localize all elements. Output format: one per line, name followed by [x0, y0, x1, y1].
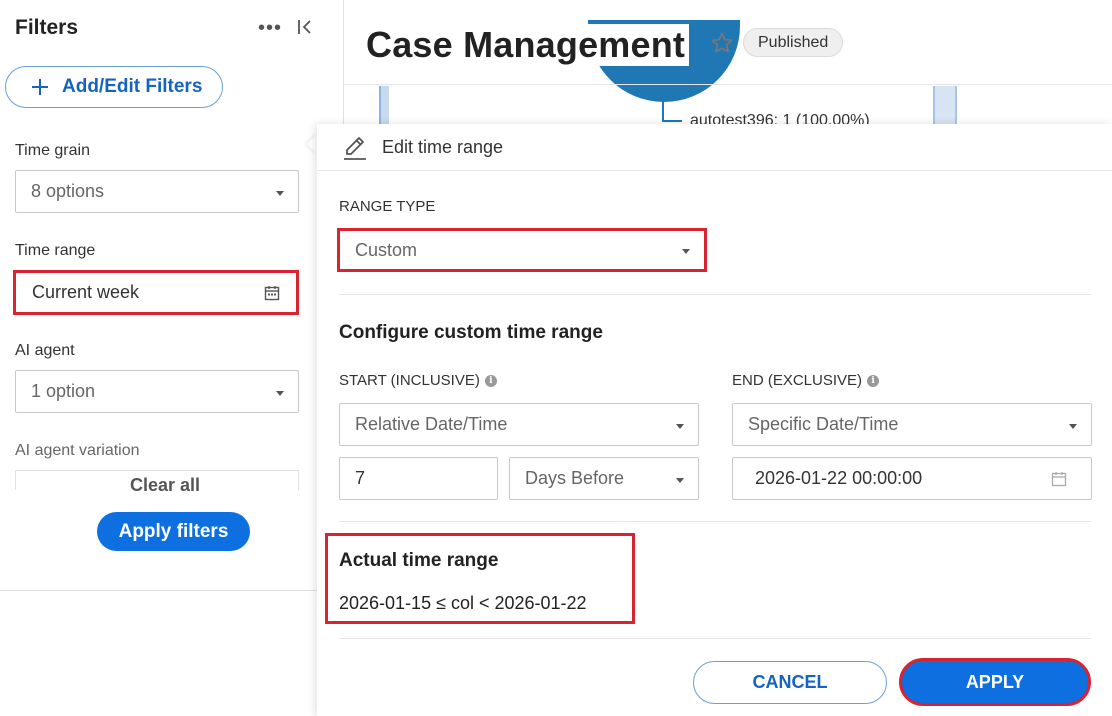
time-range-label: Time range	[15, 242, 96, 259]
sidebar-divider	[0, 590, 344, 591]
end-mode-value: Specific Date/Time	[748, 414, 899, 434]
start-unit-select[interactable]: Days Before	[509, 457, 699, 500]
configure-section-title: Configure custom time range	[339, 322, 603, 343]
actual-time-range-title: Actual time range	[339, 550, 499, 571]
end-date-value: 2026-01-22 00:00:00	[755, 468, 923, 488]
actual-time-range-panel: Actual time range 2026-01-15 ≤ col < 202…	[325, 533, 635, 624]
chevron-down-icon	[682, 249, 690, 254]
start-unit-value: Days Before	[525, 468, 625, 488]
clear-all-button[interactable]: Clear all	[130, 475, 200, 496]
popover-header-divider	[317, 170, 1112, 171]
pie-leader-line	[662, 100, 664, 122]
range-type-label: RANGE TYPE	[339, 198, 436, 215]
time-grain-select[interactable]: 8 options	[15, 170, 299, 213]
start-label: START (INCLUSIVE) i	[339, 372, 497, 389]
edit-time-range-popover: Edit time range RANGE TYPE Custom Config…	[317, 124, 1112, 716]
status-badge: Published	[743, 28, 844, 57]
time-range-field[interactable]: Current week	[13, 270, 299, 315]
chevron-down-icon	[676, 478, 684, 483]
section-divider	[339, 521, 1091, 522]
start-mode-select[interactable]: Relative Date/Time	[339, 403, 699, 446]
header-divider	[344, 84, 1112, 85]
star-icon[interactable]	[710, 31, 734, 55]
collapse-left-icon[interactable]	[296, 16, 316, 38]
time-range-value: Current week	[32, 282, 140, 302]
range-type-value: Custom	[355, 239, 418, 260]
apply-filters-button[interactable]: Apply filters	[97, 512, 250, 551]
end-mode-select[interactable]: Specific Date/Time	[732, 403, 1092, 446]
chevron-down-icon	[676, 424, 684, 429]
time-grain-label: Time grain	[15, 142, 90, 159]
page-title: Case Management	[366, 24, 690, 66]
plus-icon	[28, 75, 52, 99]
start-amount-value: 7	[355, 468, 366, 488]
chevron-down-icon	[276, 391, 284, 396]
chevron-down-icon	[276, 191, 284, 196]
sidebar-title: Filters	[15, 16, 79, 39]
more-options-icon[interactable]: •••	[258, 18, 282, 38]
ai-agent-value: 1 option	[31, 381, 96, 401]
chevron-down-icon	[1069, 424, 1077, 429]
add-edit-filters-button[interactable]: Add/Edit Filters	[5, 66, 223, 108]
start-mode-value: Relative Date/Time	[355, 414, 508, 434]
section-divider	[339, 638, 1091, 639]
actual-time-range-value: 2026-01-15 ≤ col < 2026-01-22	[339, 593, 587, 613]
filter-sidebar: Filters ••• Add/Edit Filters Time grain …	[0, 0, 344, 716]
cancel-button[interactable]: CANCEL	[693, 661, 887, 704]
popover-title: Edit time range	[382, 137, 504, 157]
end-label-text: END (EXCLUSIVE)	[732, 372, 863, 389]
dashboard-page: autotest396: 1 (100.00%) Case Management…	[0, 0, 1112, 716]
ai-agent-variation-label: AI agent variation	[15, 442, 140, 459]
end-date-picker[interactable]: 2026-01-22 00:00:00	[732, 457, 1092, 500]
ai-agent-select[interactable]: 1 option	[15, 370, 299, 413]
start-label-text: START (INCLUSIVE)	[339, 372, 480, 389]
range-type-select[interactable]: Custom	[337, 228, 707, 272]
time-grain-value: 8 options	[31, 181, 105, 201]
section-divider	[339, 294, 1091, 295]
info-icon[interactable]: i	[867, 374, 880, 387]
apply-button[interactable]: APPLY	[899, 658, 1091, 706]
start-amount-input[interactable]: 7	[339, 457, 498, 500]
end-label: END (EXCLUSIVE) i	[732, 372, 880, 389]
pie-leader-line-horizontal	[662, 120, 682, 122]
calendar-icon	[1051, 472, 1067, 487]
edit-pencil-icon	[344, 137, 366, 160]
chart-scrollbar-left	[379, 86, 389, 124]
calendar-icon	[264, 286, 280, 301]
add-edit-filters-label: Add/Edit Filters	[62, 76, 203, 97]
chart-scrollbar-right	[933, 86, 957, 124]
ai-agent-label: AI agent	[15, 342, 75, 359]
info-icon[interactable]: i	[484, 374, 497, 387]
